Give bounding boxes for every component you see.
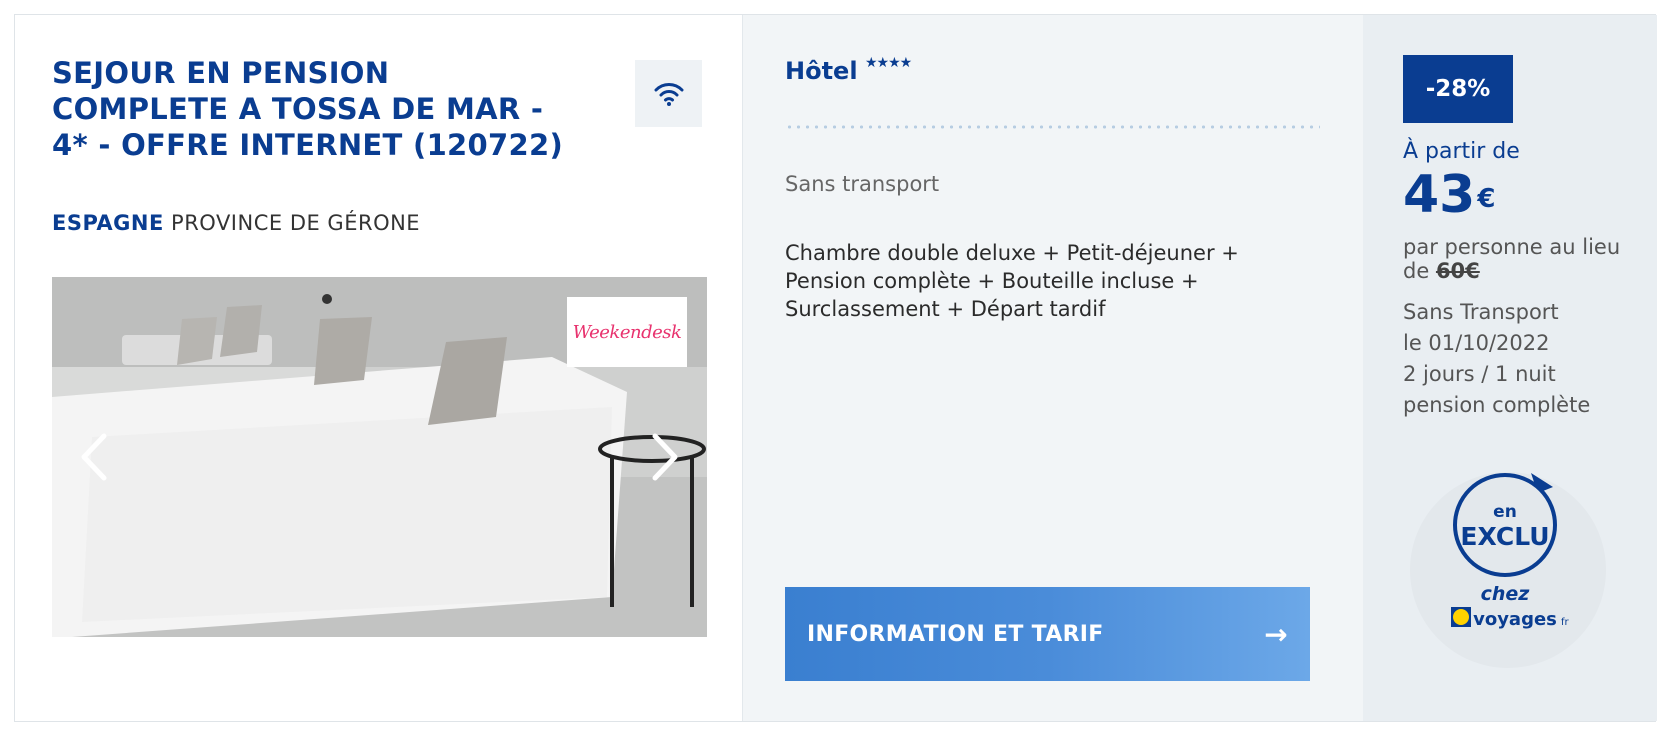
cta-label: INFORMATION ET TARIF xyxy=(807,621,1104,647)
dotted-divider xyxy=(785,125,1320,129)
price-amount: 43 xyxy=(1403,165,1476,225)
hotel-rating-stars: ★★★★ xyxy=(865,55,912,71)
offer-details: Hôtel ★★★★ Sans transport Chambre double… xyxy=(742,15,1363,721)
carousel-next-button[interactable] xyxy=(635,417,695,497)
exclusive-badge: en EXCLU chez voyages fr xyxy=(1403,465,1613,675)
badge-line2: EXCLU xyxy=(1460,522,1549,551)
wifi-icon xyxy=(635,60,702,127)
badge-brand: voyages xyxy=(1473,609,1557,630)
carousel-prev-button[interactable] xyxy=(64,417,124,497)
offer-title[interactable]: SEJOUR EN PENSION COMPLETE A TOSSA DE MA… xyxy=(52,55,572,163)
transport-info: Sans transport xyxy=(785,172,940,196)
chevron-right-icon xyxy=(652,433,678,481)
accommodation-type: Hôtel xyxy=(785,57,858,85)
offer-pricing: -28% À partir de 43€ par personne au lie… xyxy=(1363,15,1657,721)
badge-line3: chez xyxy=(1481,583,1531,605)
offer-country: ESPAGNE xyxy=(52,211,164,235)
badge-brand-suffix: fr xyxy=(1561,617,1570,628)
partner-logo: Weekendesk xyxy=(567,297,687,367)
offer-summary: SEJOUR EN PENSION COMPLETE A TOSSA DE MA… xyxy=(15,15,742,721)
old-price: 60€ xyxy=(1435,259,1480,283)
offer-location: ESPAGNE PROVINCE DE GÉRONE xyxy=(52,211,420,235)
stay-board: pension complète xyxy=(1403,393,1591,417)
price-from-label: À partir de xyxy=(1403,139,1520,164)
offer-region: PROVINCE DE GÉRONE xyxy=(171,211,421,235)
chevron-left-icon xyxy=(81,433,107,481)
price-value: 43€ xyxy=(1403,167,1495,223)
info-and-price-button[interactable]: INFORMATION ET TARIF → xyxy=(785,587,1310,681)
hotel-photo-carousel[interactable]: Weekendesk xyxy=(52,277,707,637)
badge-line1: en xyxy=(1493,502,1517,522)
price-currency: € xyxy=(1477,184,1496,214)
discount-badge: -28% xyxy=(1403,55,1513,123)
offer-description: Chambre double deluxe + Petit-déjeuner +… xyxy=(785,241,1239,321)
arrow-right-icon: → xyxy=(1264,617,1288,651)
stay-duration: 2 jours / 1 nuit xyxy=(1403,362,1556,386)
exclusive-badge-graphic: en EXCLU chez voyages fr xyxy=(1410,472,1606,668)
stay-transport: Sans Transport xyxy=(1403,300,1559,324)
offer-card: SEJOUR EN PENSION COMPLETE A TOSSA DE MA… xyxy=(14,14,1657,722)
stay-date: le 01/10/2022 xyxy=(1403,331,1550,355)
price-per-person: par personne au lieu de 60€ xyxy=(1403,235,1633,283)
stay-details: Sans Transport le 01/10/2022 2 jours / 1… xyxy=(1403,297,1633,421)
